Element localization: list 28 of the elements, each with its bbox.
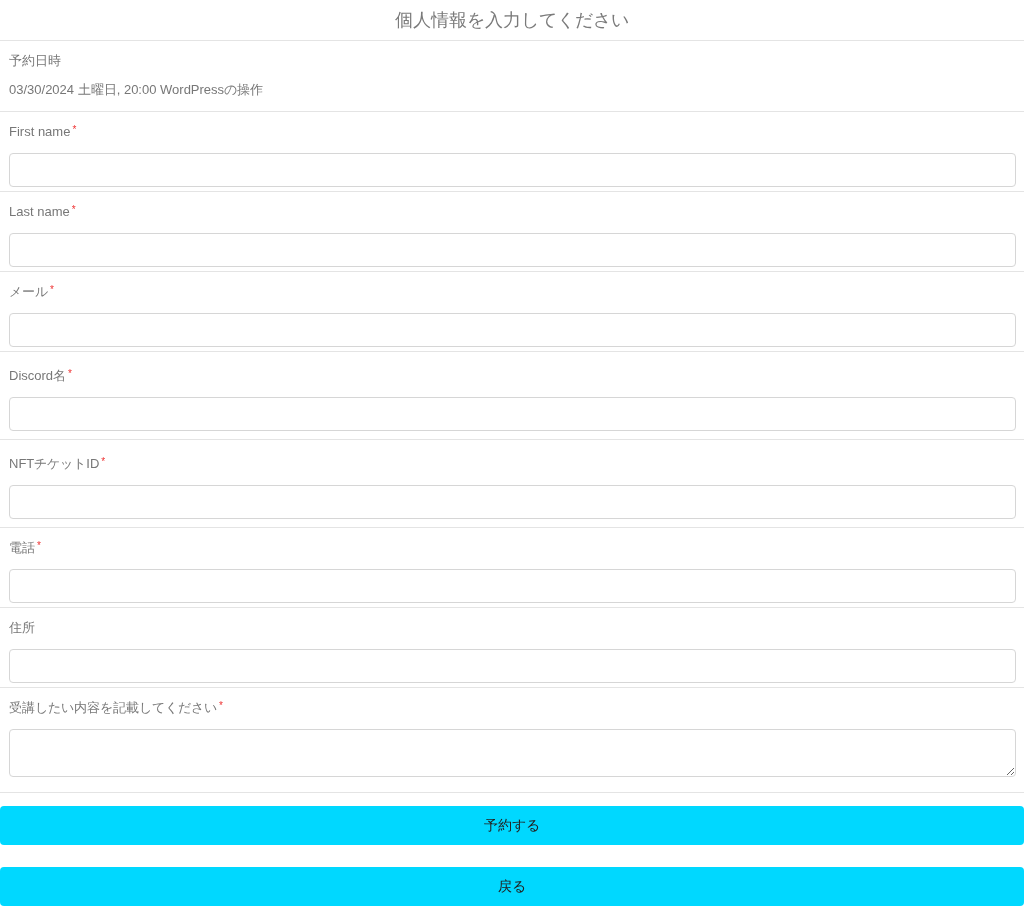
- field-label: Last name: [9, 203, 70, 220]
- required-mark: *: [37, 539, 41, 552]
- submit-button[interactable]: 予約する: [0, 806, 1024, 845]
- field-label: Discord名: [9, 367, 67, 384]
- required-mark: *: [71, 203, 76, 216]
- field-label: NFTチケットID: [9, 455, 100, 472]
- field-label: 住所: [9, 619, 35, 636]
- required-mark: *: [72, 123, 77, 136]
- field-label: First name: [9, 123, 71, 140]
- required-mark: *: [219, 699, 223, 712]
- input-field[interactable]: [9, 648, 1016, 683]
- booking-details: 03/30/2024 土曜日, 20:00 WordPressの操作: [9, 82, 265, 98]
- page-title: 個人情報を入力してください: [0, 0, 1024, 41]
- field-label: メール: [9, 283, 48, 300]
- required-mark: *: [50, 283, 54, 296]
- required-mark: *: [101, 455, 106, 468]
- required-mark: *: [68, 367, 72, 380]
- input-field[interactable]: [9, 312, 1016, 347]
- field-label: 電話: [9, 539, 35, 556]
- field-label: 予約日時: [9, 53, 62, 69]
- field-label: 受講したい内容を記載してください: [9, 699, 217, 716]
- input-field[interactable]: [9, 484, 1016, 519]
- input-field[interactable]: [9, 568, 1016, 603]
- back-button[interactable]: 戻る: [0, 867, 1024, 906]
- input-field[interactable]: [9, 232, 1016, 267]
- input-field[interactable]: [9, 396, 1016, 431]
- text-area[interactable]: [9, 728, 1016, 777]
- input-field[interactable]: [9, 152, 1016, 187]
